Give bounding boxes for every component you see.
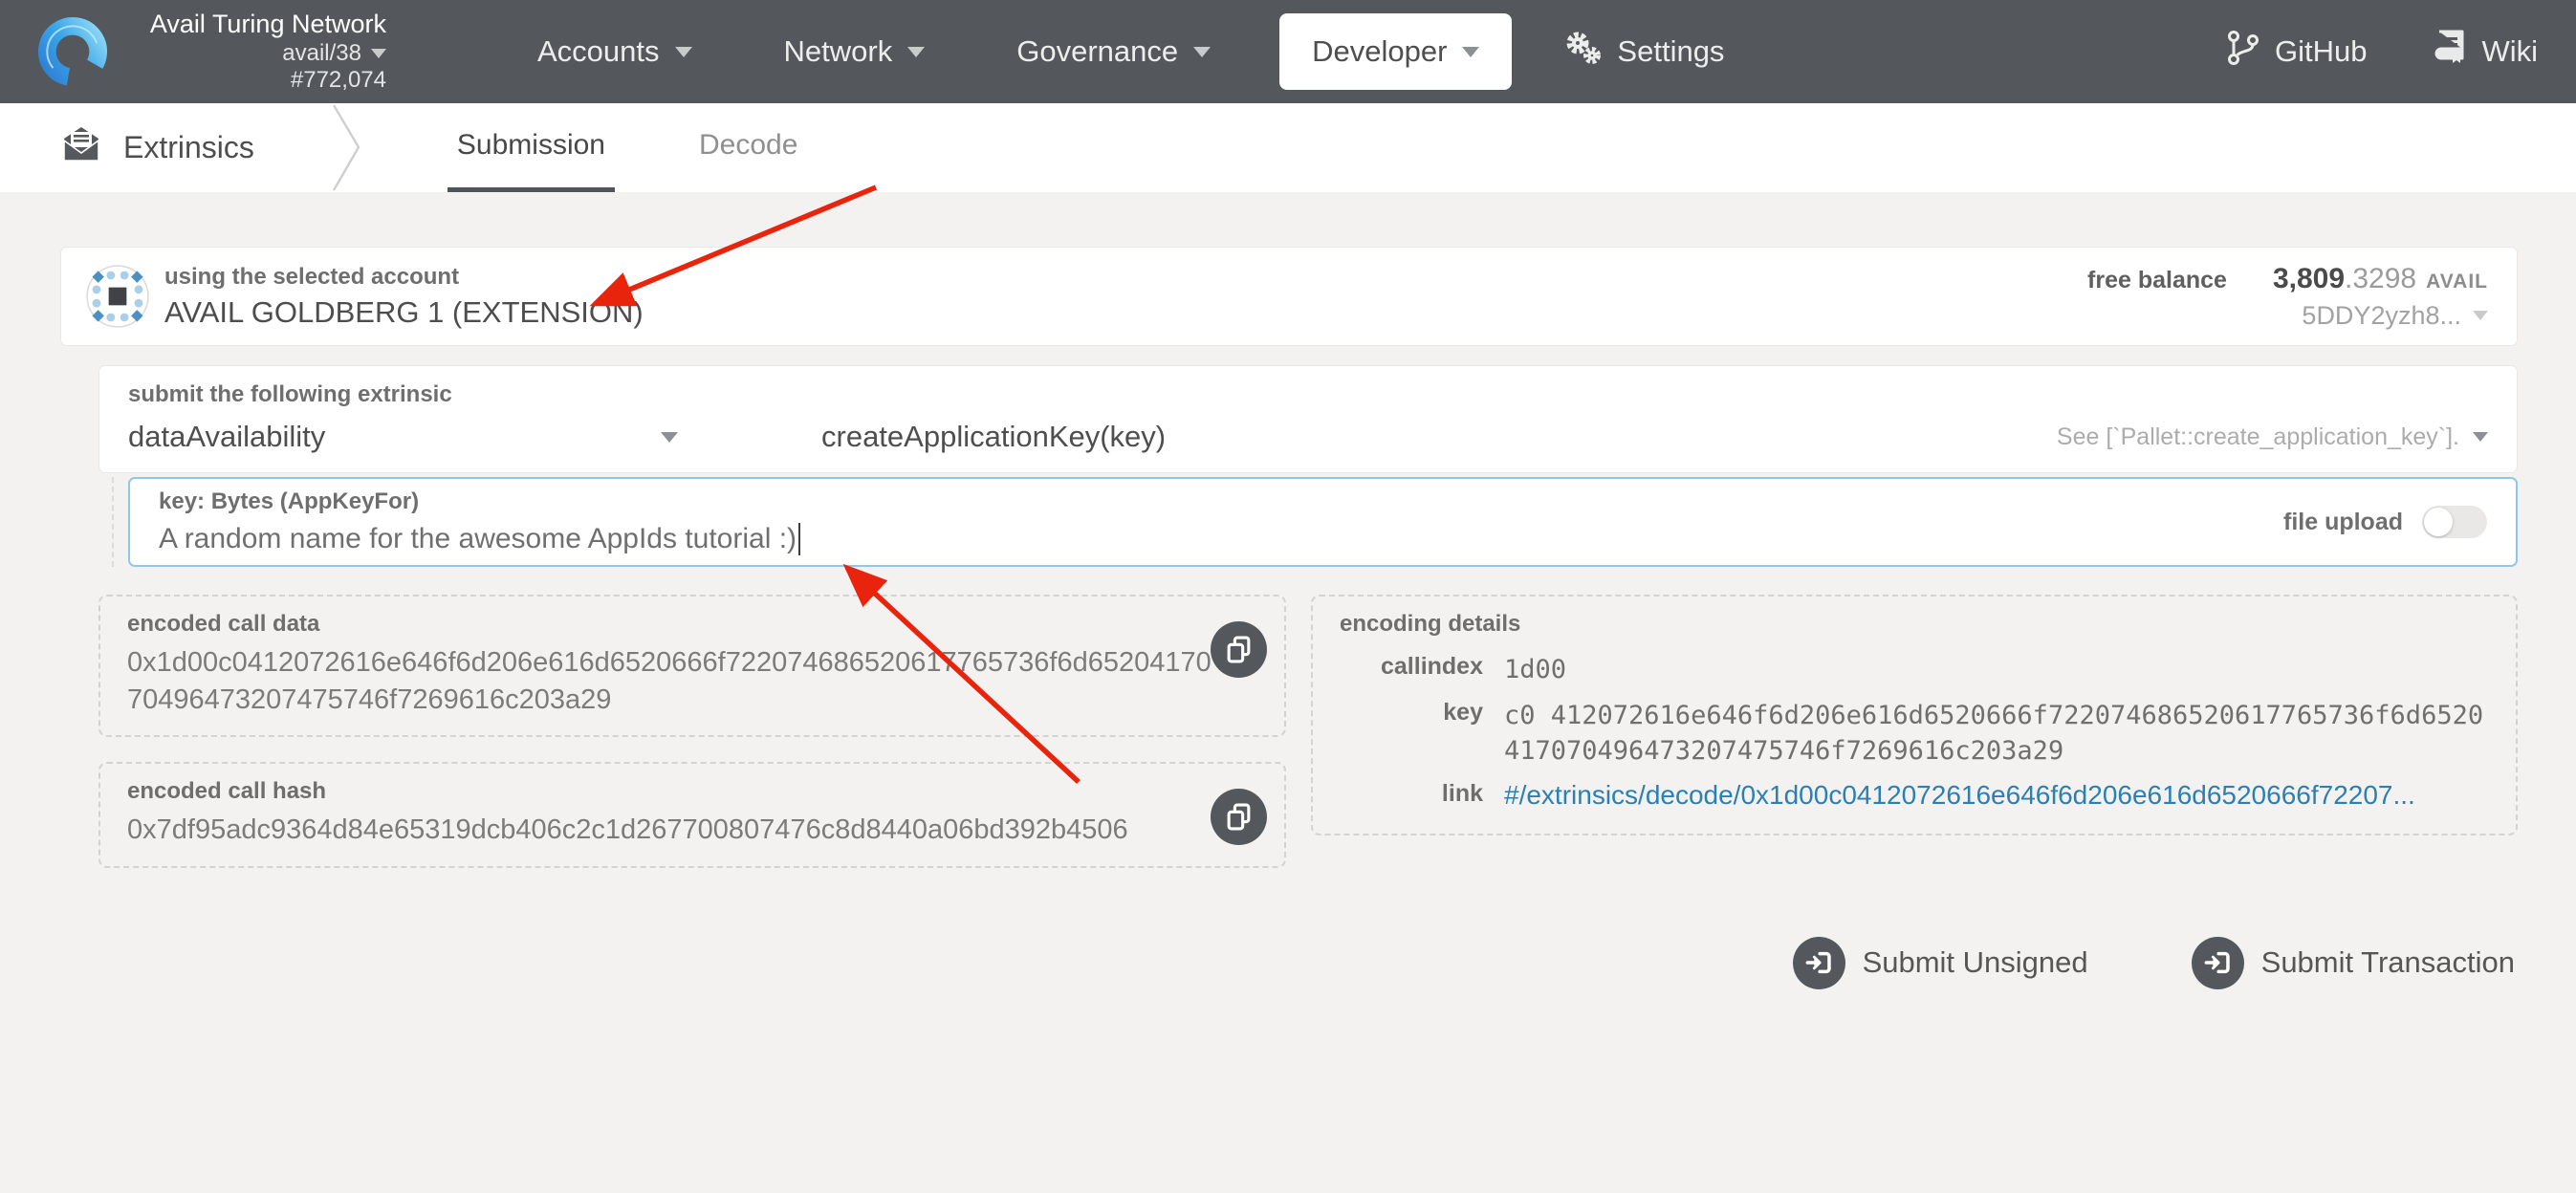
app-header: Avail Turing Network avail/38 #772,074 A…	[0, 0, 2576, 103]
sign-in-arrow-icon	[2192, 937, 2244, 989]
link-row-label: link	[1340, 774, 1504, 816]
encoded-call-data-value: 0x1d00c0412072616e646f6d206e616d6520666f…	[127, 644, 1259, 718]
wiki-label: Wiki	[2481, 34, 2538, 69]
avail-logo-icon[interactable]	[34, 13, 111, 90]
nav-label: Network	[784, 34, 893, 69]
account-selector-card: using the selected account AVAIL GOLDBER…	[60, 247, 2518, 346]
callindex-label: callindex	[1340, 647, 1504, 693]
doc-hint-text: See [`Pallet::create_application_key`].	[2057, 423, 2459, 451]
encoded-call-hash-box: encoded call hash 0x7df95adc9364d84e6531…	[98, 762, 1286, 868]
nav-item-network[interactable]: Network	[738, 0, 971, 103]
tab-decode[interactable]: Decode	[689, 103, 807, 192]
page-subheader: Extrinsics Submission Decode	[0, 103, 2576, 192]
nav-label: Accounts	[537, 34, 660, 69]
toggle-knob	[2424, 508, 2453, 536]
file-upload-toggle[interactable]	[2422, 506, 2487, 538]
key-row-label: key	[1340, 693, 1504, 774]
nav-item-governance[interactable]: Governance	[971, 0, 1256, 103]
breadcrumb-chevron	[331, 103, 363, 192]
github-label: GitHub	[2275, 34, 2367, 69]
chevron-down-icon	[675, 47, 692, 57]
nav-item-settings[interactable]: Settings	[1535, 30, 1753, 74]
method-dropdown[interactable]: createApplicationKey(key)	[821, 420, 1166, 454]
key-row-value: c0 412072616e646f6d206e616d6520666f72207…	[1504, 693, 2491, 774]
encoding-row-callindex: callindex 1d00	[1340, 647, 2491, 693]
nav-label: Governance	[1016, 34, 1178, 69]
text-cursor	[798, 523, 800, 555]
account-name[interactable]: AVAIL GOLDBERG 1 (EXTENSION)	[164, 295, 644, 330]
encoding-details-box: encoding details callindex 1d00 key c0 4…	[1311, 595, 2518, 835]
key-field-label: key: Bytes (AppKeyFor)	[159, 488, 800, 515]
submit-unsigned-button[interactable]: Submit Unsigned	[1793, 937, 2088, 989]
envelope-open-icon	[60, 124, 102, 172]
page-title: Extrinsics	[123, 130, 254, 165]
encoded-call-data-box: encoded call data 0x1d00c0412072616e646f…	[98, 595, 1286, 737]
encoding-row-link: link #/extrinsics/decode/0x1d00c04120726…	[1340, 774, 2491, 816]
extrinsic-selector-card: submit the following extrinsic dataAvail…	[98, 365, 2518, 473]
copy-icon	[1226, 636, 1252, 663]
account-identicon[interactable]	[86, 265, 149, 328]
tab-bar: Submission Decode	[448, 103, 807, 192]
callindex-value: 1d00	[1504, 647, 2491, 693]
pallet-dropdown[interactable]: dataAvailability	[128, 420, 678, 454]
submit-transaction-label: Submit Transaction	[2261, 945, 2515, 980]
encoded-call-data-label: encoded call data	[127, 611, 1259, 638]
account-field-label: using the selected account	[164, 264, 644, 291]
nav-item-developer[interactable]: Developer	[1279, 13, 1512, 90]
balance-unit: AVAIL	[2426, 271, 2488, 293]
network-name: Avail Turing Network	[130, 10, 386, 40]
submit-transaction-button[interactable]: Submit Transaction	[2192, 937, 2515, 989]
balance-block: free balance 3,809 .3298 AVAIL 5DDY2yzh8…	[2087, 263, 2488, 331]
balance-fraction: .3298	[2345, 263, 2416, 295]
chevron-down-icon	[2473, 311, 2488, 320]
chevron-down-icon	[1193, 47, 1211, 57]
account-address-short: 5DDY2yzh8...	[2302, 301, 2461, 331]
chevron-down-icon	[661, 432, 678, 443]
chevron-down-icon	[1462, 47, 1479, 57]
block-number: #772,074	[130, 67, 386, 94]
encoded-call-hash-value: 0x7df95adc9364d84e65319dcb406c2c1d267700…	[127, 812, 1259, 849]
extrinsic-field-label: submit the following extrinsic	[128, 381, 2488, 408]
file-upload-label: file upload	[2283, 509, 2403, 536]
pallet-selected-value: dataAvailability	[128, 420, 325, 454]
git-branch-icon	[2227, 30, 2259, 74]
settings-label: Settings	[1617, 34, 1724, 69]
nav-label: Developer	[1312, 34, 1447, 69]
copy-call-hash-button[interactable]	[1211, 789, 1267, 845]
nav-item-accounts[interactable]: Accounts	[491, 0, 738, 103]
double-gear-icon	[1563, 30, 1604, 74]
tab-submission[interactable]: Submission	[448, 103, 615, 192]
copy-call-data-button[interactable]	[1211, 621, 1267, 678]
free-balance-label: free balance	[2087, 267, 2227, 294]
sign-in-arrow-icon	[1793, 937, 1845, 989]
chain-spec: avail/38	[282, 40, 361, 67]
chevron-down-icon	[2473, 432, 2488, 442]
copy-icon	[1226, 803, 1252, 831]
main-content: using the selected account AVAIL GOLDBER…	[0, 192, 2576, 989]
section-title-wrap: Extrinsics	[60, 103, 254, 192]
encoded-call-hash-label: encoded call hash	[127, 778, 1259, 805]
key-input-field[interactable]: key: Bytes (AppKeyFor) A random name for…	[128, 477, 2518, 567]
main-nav: Accounts Network Governance Developer	[491, 0, 1753, 103]
github-link[interactable]: GitHub	[2227, 30, 2367, 74]
chevron-down-icon[interactable]	[371, 49, 386, 58]
key-input-value[interactable]: A random name for the awesome AppIds tut…	[159, 523, 797, 555]
params-container: key: Bytes (AppKeyFor) A random name for…	[112, 477, 2518, 567]
encoding-row-key: key c0 412072616e646f6d206e616d6520666f7…	[1340, 693, 2491, 774]
submit-unsigned-label: Submit Unsigned	[1863, 945, 2088, 980]
network-info[interactable]: Avail Turing Network avail/38 #772,074	[130, 10, 386, 94]
wiki-link[interactable]: Wiki	[2434, 30, 2538, 74]
account-address-toggle[interactable]: 5DDY2yzh8...	[2087, 301, 2488, 331]
chevron-down-icon	[907, 47, 925, 57]
method-doc-hint[interactable]: See [`Pallet::create_application_key`].	[2057, 423, 2488, 451]
balance-integer: 3,809	[2273, 263, 2345, 295]
book-icon	[2434, 30, 2466, 74]
encoding-details-title: encoding details	[1340, 611, 2491, 638]
decode-link[interactable]: #/extrinsics/decode/0x1d00c0412072616e64…	[1504, 780, 2415, 810]
